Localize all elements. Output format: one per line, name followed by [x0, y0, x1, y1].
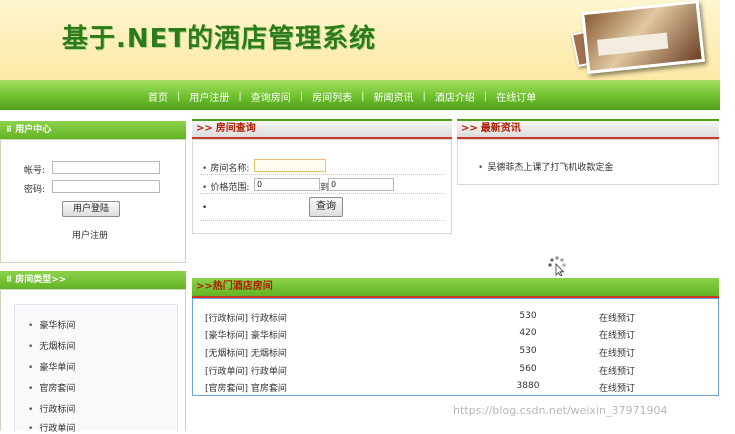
nav-separator: | — [238, 91, 242, 102]
nav-room-list[interactable]: 房间列表 — [312, 89, 352, 104]
search-button[interactable]: 查询 — [309, 197, 343, 217]
nav-separator: | — [422, 91, 426, 102]
book-online-link[interactable]: 在线预订 — [599, 328, 635, 341]
nav-news[interactable]: 新闻资讯 — [374, 89, 414, 104]
main-nav: 首页 | 用户注册 | 查询房间 | 房间列表 | 新闻资讯 | 酒店介绍 | … — [0, 80, 720, 110]
news-header: >> 最新资讯 — [457, 119, 719, 139]
book-online-link[interactable]: 在线预订 — [599, 346, 635, 359]
watermark: https://blog.csdn.net/weixin_37971904 — [453, 404, 668, 417]
row-divider — [200, 174, 444, 175]
hot-rooms-header: >>热门酒店房间 — [192, 278, 719, 298]
price-to-input[interactable]: 0 — [328, 178, 394, 191]
room-name-label: • 房间名称: — [202, 161, 249, 174]
bullet-icon: • — [28, 342, 34, 352]
room-price: 530 — [519, 346, 537, 356]
room-name-link[interactable]: [官房套间] 官房套间 — [205, 381, 287, 394]
room-types-header: ⠿ 房间类型>> — [0, 271, 186, 289]
double-arrow-icon: >> — [196, 281, 213, 292]
room-price: 420 — [519, 328, 537, 338]
news-title: 最新资讯 — [480, 123, 521, 134]
bullet-icon: • — [478, 163, 484, 173]
nav-room-search[interactable]: 查询房间 — [251, 89, 291, 104]
busy-cursor-icon — [548, 256, 566, 276]
double-arrow-icon: >> — [461, 123, 478, 134]
room-type-item[interactable]: • 行政单间 — [28, 421, 75, 434]
room-name-link[interactable]: [无烟标间] 无烟标间 — [205, 346, 287, 359]
nav-separator: | — [299, 91, 304, 102]
hotel-photo — [581, 0, 705, 74]
room-name-input[interactable] — [254, 159, 326, 172]
room-search-header: >> 房间查询 — [192, 119, 452, 139]
room-name-link[interactable]: [豪华标间] 豪华标间 — [205, 328, 287, 341]
nav-home[interactable]: 首页 — [148, 89, 168, 104]
news-item[interactable]: • 吴德菲杰上课了打飞机收款定金 — [478, 160, 613, 173]
bullet-icon: • — [28, 384, 34, 394]
room-name-link[interactable]: [行政标间] 行政标间 — [205, 311, 287, 324]
room-type-label: 豪华标间 — [39, 321, 76, 331]
room-name-link[interactable]: [行政单间] 行政单间 — [205, 364, 287, 377]
grip-icon: ⠿ — [6, 275, 13, 284]
nav-hotel-intro[interactable]: 酒店介绍 — [435, 89, 475, 104]
bullet-icon: • — [28, 321, 34, 331]
bullet-icon: • — [202, 183, 208, 193]
grip-icon: ⠿ — [6, 125, 13, 134]
price-range-label-text: 价格范围: — [210, 183, 250, 193]
room-price: 3880 — [516, 381, 540, 391]
register-link[interactable]: 用户注册 — [72, 228, 108, 241]
site-title: 基于.NET的酒店管理系统 — [62, 24, 377, 54]
book-online-link[interactable]: 在线预订 — [599, 364, 635, 377]
account-label: 帐号: — [24, 166, 46, 176]
room-name-label-text: 房间名称: — [210, 164, 250, 174]
nav-online-orders[interactable]: 在线订单 — [496, 89, 536, 104]
row-divider — [200, 220, 444, 221]
user-center-header: ⠿ 用户中心 — [0, 121, 186, 139]
price-from-input[interactable]: 0 — [254, 178, 320, 191]
room-type-label: 豪华单间 — [39, 363, 76, 373]
book-online-link[interactable]: 在线预订 — [599, 381, 635, 394]
bullet-icon: • — [202, 164, 208, 174]
room-type-item[interactable]: • 豪华标间 — [28, 318, 75, 331]
nav-links: 首页 | 用户注册 | 查询房间 | 房间列表 | 新闻资讯 | 酒店介绍 | … — [148, 89, 536, 104]
room-type-item[interactable]: • 豪华单间 — [28, 360, 75, 373]
bullet-icon: • — [28, 405, 34, 415]
room-type-label: 无烟标间 — [39, 342, 76, 352]
password-label: 密码: — [24, 185, 46, 195]
nav-separator: | — [361, 91, 365, 102]
login-button[interactable]: 用户登陆 — [62, 201, 120, 217]
room-type-label: 官房套间 — [39, 384, 76, 394]
price-range-label: • 价格范围: — [202, 180, 249, 193]
room-type-item[interactable]: • 无烟标间 — [28, 339, 75, 352]
room-search-title: 房间查询 — [215, 123, 256, 134]
bullet-icon: • — [28, 363, 34, 373]
row-divider — [200, 193, 444, 194]
news-item-label: 吴德菲杰上课了打飞机收款定金 — [487, 163, 614, 173]
nav-register[interactable]: 用户注册 — [189, 89, 229, 104]
site-header: 基于.NET的酒店管理系统 — [0, 0, 720, 80]
double-arrow-icon: >> — [196, 123, 213, 134]
room-type-label: 行政标间 — [39, 405, 76, 415]
password-input[interactable] — [52, 180, 160, 193]
room-price: 530 — [519, 311, 537, 321]
room-type-label: 行政单间 — [39, 424, 76, 434]
account-input[interactable] — [52, 161, 160, 174]
book-online-link[interactable]: 在线预订 — [599, 311, 635, 324]
bullet-icon: • — [202, 203, 208, 213]
nav-separator: | — [483, 91, 488, 102]
room-types-title: 房间类型>> — [15, 275, 67, 285]
hot-rooms-title: 热门酒店房间 — [212, 281, 273, 292]
room-type-item[interactable]: • 官房套间 — [28, 381, 75, 394]
bullet-icon: • — [28, 424, 34, 434]
user-center-title: 用户中心 — [15, 125, 52, 135]
nav-separator: | — [177, 91, 181, 102]
room-price: 560 — [519, 364, 537, 374]
room-type-item[interactable]: • 行政标间 — [28, 402, 75, 415]
